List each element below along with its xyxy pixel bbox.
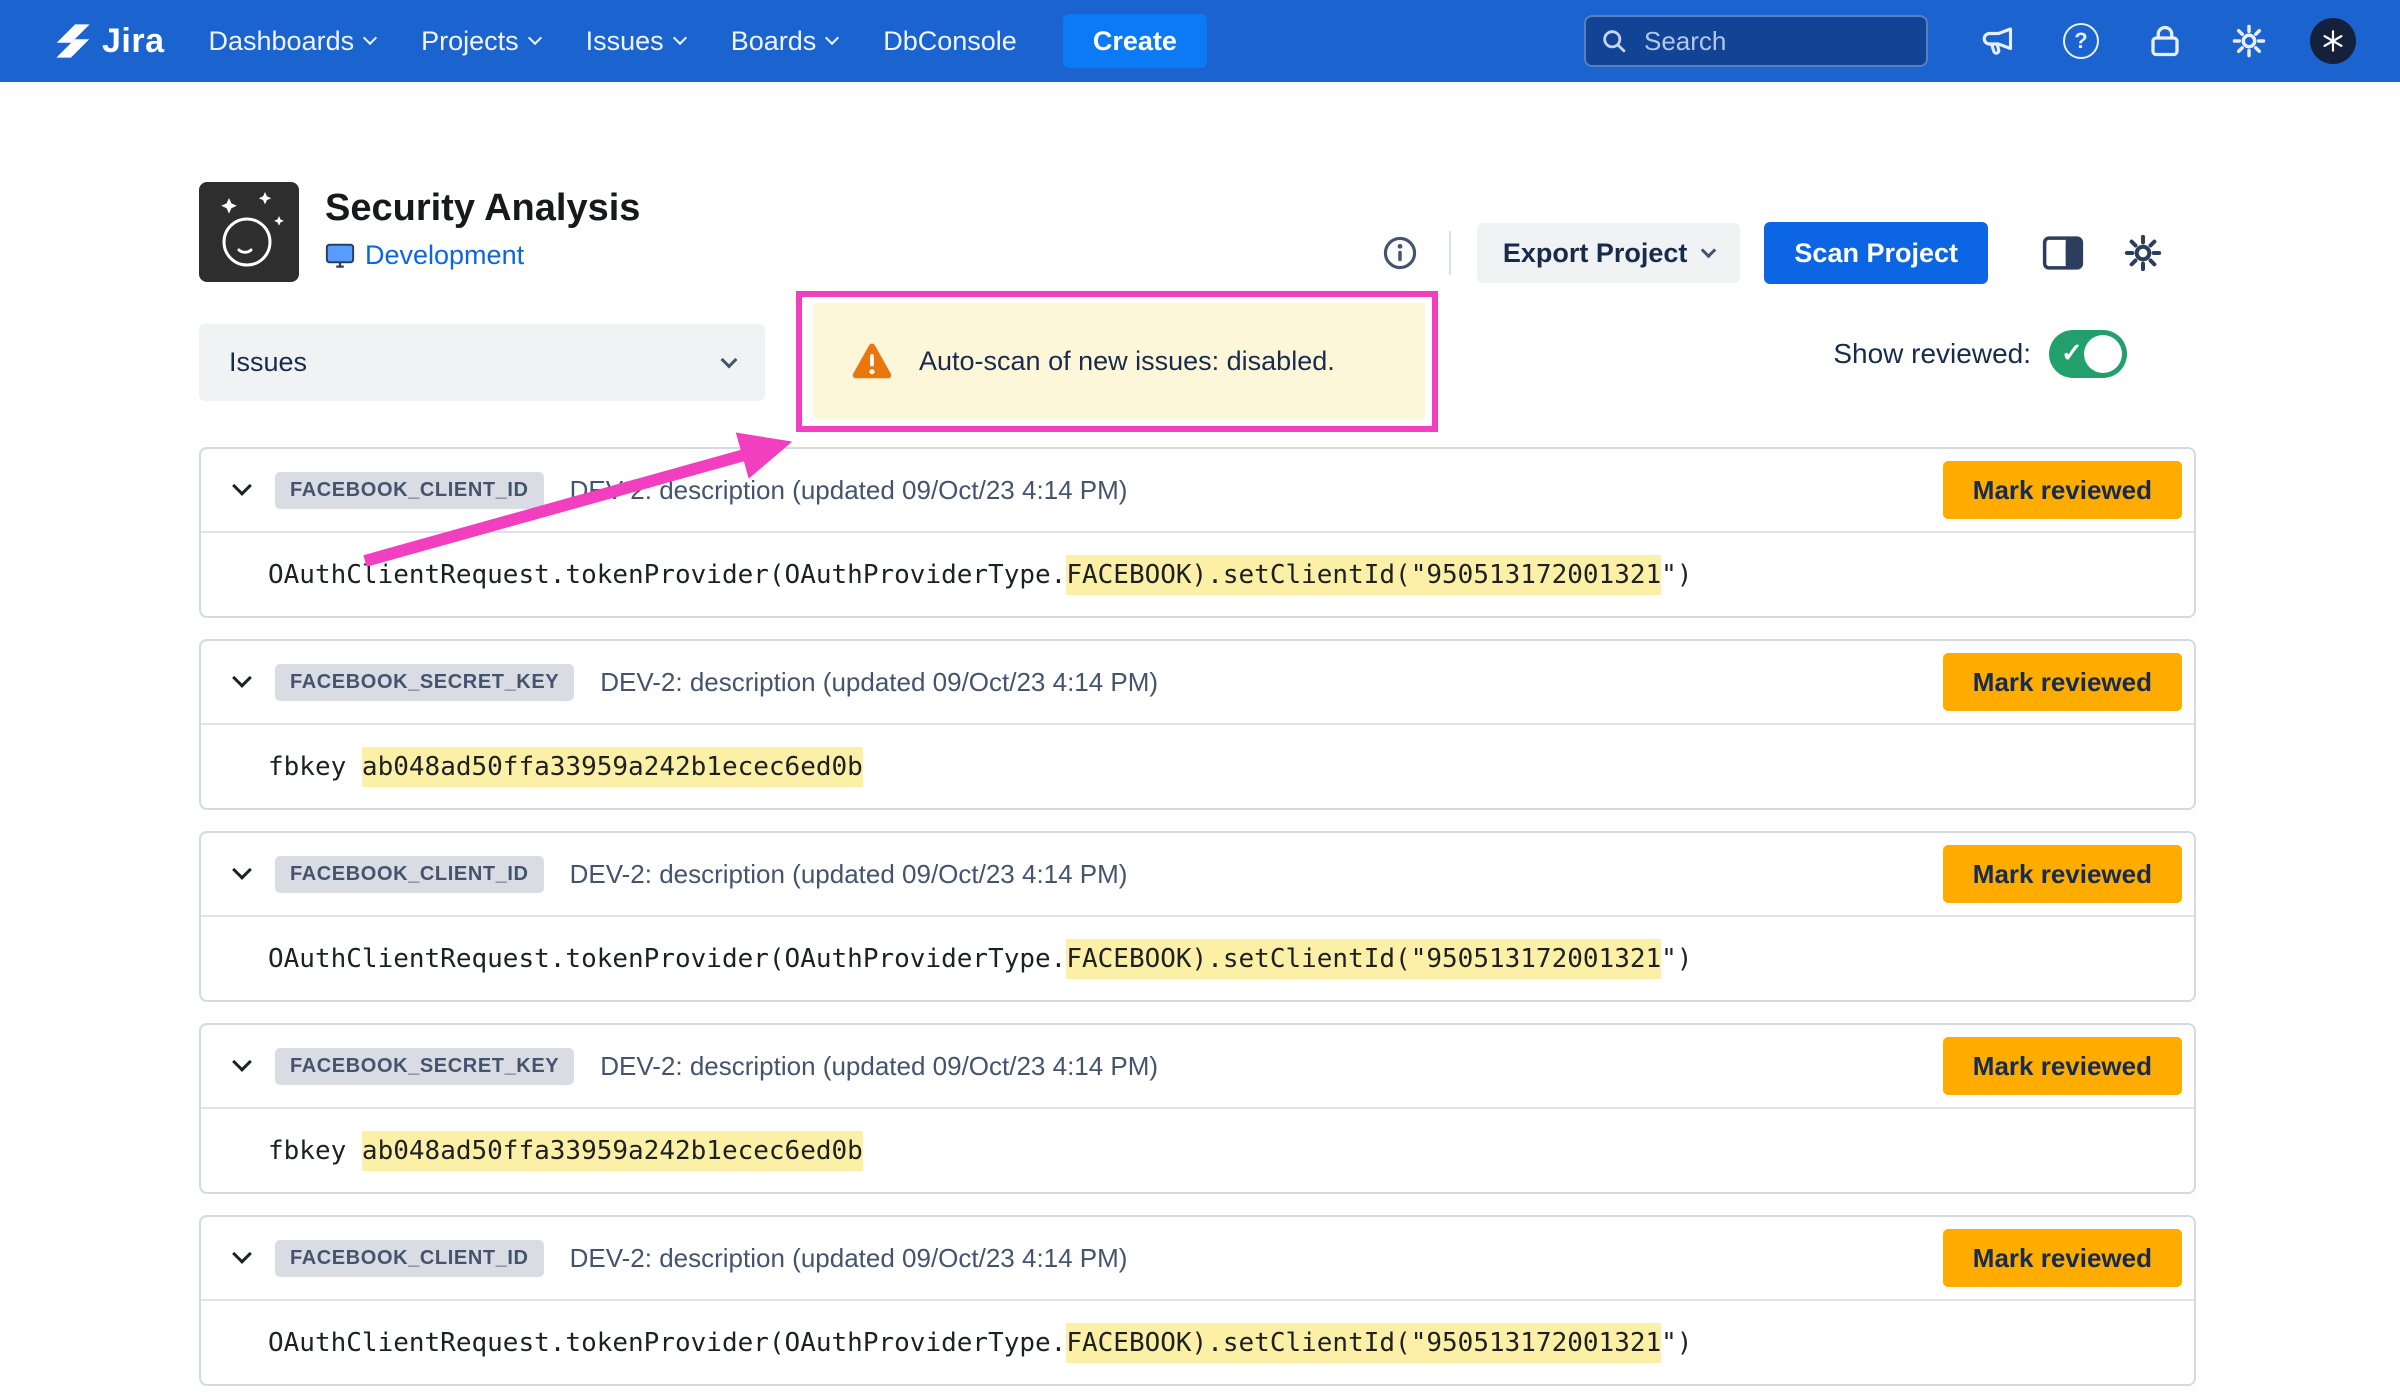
nav-item-label: Issues [586,26,664,57]
chevron-down-icon [363,30,377,44]
app-avatar-icon[interactable] [2310,18,2356,64]
brand-text: Jira [102,22,165,61]
issue-card-header: FACEBOOK_CLIENT_ID DEV-2: description (u… [201,449,2194,533]
project-link-label: Development [365,240,524,271]
jira-brand[interactable]: Jira [52,20,165,62]
nav-item-label: Projects [421,26,519,57]
mark-reviewed-button[interactable]: Mark reviewed [1943,845,2182,903]
search-box [1584,15,1928,67]
project-avatar [199,182,299,282]
issue-title: DEV-2: description (updated 09/Oct/23 4:… [600,667,1158,698]
search-icon [1600,27,1628,55]
mark-reviewed-button[interactable]: Mark reviewed [1943,1037,2182,1095]
chevron-down-icon [721,351,738,368]
nav-items: Dashboards Projects Issues Boards DbCons… [209,26,1017,57]
navbar-right: ? [1584,15,2356,67]
info-icon[interactable] [1377,230,1423,276]
issue-list: FACEBOOK_CLIENT_ID DEV-2: description (u… [199,447,2196,1386]
nav-item[interactable]: Projects [421,26,540,57]
nav-item-label: Dashboards [209,26,355,57]
collapse-chevron-icon[interactable] [232,1052,252,1072]
issue-card-header: FACEBOOK_SECRET_KEY DEV-2: description (… [201,641,2194,725]
page-settings-gear-icon[interactable] [2116,226,2170,280]
project-category-icon [325,242,355,270]
issue-card: FACEBOOK_SECRET_KEY DEV-2: description (… [199,1023,2196,1194]
page-title: Security Analysis [325,185,640,231]
nav-item-label: Boards [731,26,817,57]
mark-reviewed-button[interactable]: Mark reviewed [1943,1229,2182,1287]
chevron-down-icon [528,30,542,44]
mark-reviewed-button[interactable]: Mark reviewed [1943,461,2182,519]
issue-card-header: FACEBOOK_SECRET_KEY DEV-2: description (… [201,1025,2194,1109]
issue-card-body: fbkey ab048ad50ffa33959a242b1ecec6ed0b [201,1109,2194,1192]
code-snippet: fbkey ab048ad50ffa33959a242b1ecec6ed0b [268,1136,863,1166]
lock-icon[interactable] [2142,18,2188,64]
toggle-knob [2084,335,2122,373]
nav-item[interactable]: Dashboards [209,26,376,57]
create-button[interactable]: Create [1063,14,1207,68]
issue-title: DEV-2: description (updated 09/Oct/23 4:… [570,1243,1128,1274]
collapse-chevron-icon[interactable] [232,476,252,496]
secret-type-badge: FACEBOOK_CLIENT_ID [275,856,544,893]
collapse-chevron-icon[interactable] [232,668,252,688]
nav-item[interactable]: Boards [731,26,838,57]
header-actions: Export Project Scan Project [1377,222,2170,284]
show-reviewed-label: Show reviewed: [1833,338,2031,370]
navbar-icons: ? [1974,18,2356,64]
secret-type-badge: FACEBOOK_CLIENT_ID [275,1240,544,1277]
announcement-icon[interactable] [1974,18,2020,64]
code-snippet: OAuthClientRequest.tokenProvider(OAuthPr… [268,944,1692,974]
scan-project-button[interactable]: Scan Project [1764,222,1988,284]
check-icon: ✓ [2061,337,2083,368]
settings-gear-icon[interactable] [2226,18,2272,64]
issue-title: DEV-2: description (updated 09/Oct/23 4:… [600,1051,1158,1082]
export-project-label: Export Project [1503,238,1688,269]
code-snippet: OAuthClientRequest.tokenProvider(OAuthPr… [268,560,1692,590]
collapse-chevron-icon[interactable] [232,860,252,880]
project-header: Security Analysis Development [199,182,640,282]
project-link[interactable]: Development [325,240,640,271]
issue-card-body: OAuthClientRequest.tokenProvider(OAuthPr… [201,533,2194,616]
issue-card-body: fbkey ab048ad50ffa33959a242b1ecec6ed0b [201,725,2194,808]
issue-title: DEV-2: description (updated 09/Oct/23 4:… [570,475,1128,506]
export-project-button[interactable]: Export Project [1477,223,1741,283]
issue-card: FACEBOOK_SECRET_KEY DEV-2: description (… [199,639,2196,810]
issues-filter-label: Issues [229,347,307,378]
help-icon[interactable]: ? [2058,18,2104,64]
issue-card: FACEBOOK_CLIENT_ID DEV-2: description (u… [199,831,2196,1002]
secret-type-badge: FACEBOOK_SECRET_KEY [275,664,574,701]
issue-card-body: OAuthClientRequest.tokenProvider(OAuthPr… [201,917,2194,1000]
issue-title: DEV-2: description (updated 09/Oct/23 4:… [570,859,1128,890]
secret-type-badge: FACEBOOK_SECRET_KEY [275,1048,574,1085]
code-snippet: fbkey ab048ad50ffa33959a242b1ecec6ed0b [268,752,863,782]
divider [1449,231,1451,275]
show-reviewed-control: Show reviewed: ✓ [1833,330,2127,378]
issue-card-header: FACEBOOK_CLIENT_ID DEV-2: description (u… [201,833,2194,917]
project-titles: Security Analysis Development [325,182,640,282]
chevron-down-icon [1701,242,1717,258]
issue-card: FACEBOOK_CLIENT_ID DEV-2: description (u… [199,1215,2196,1386]
warning-icon [851,342,893,380]
mark-reviewed-button[interactable]: Mark reviewed [1943,653,2182,711]
chevron-down-icon [673,30,687,44]
nav-item-label: DbConsole [883,26,1017,57]
autoscan-warning-banner: Auto-scan of new issues: disabled. [813,303,1425,419]
issue-card: FACEBOOK_CLIENT_ID DEV-2: description (u… [199,447,2196,618]
collapse-chevron-icon[interactable] [232,1244,252,1264]
details-panel-icon[interactable] [2036,226,2090,280]
show-reviewed-toggle[interactable]: ✓ [2049,330,2127,378]
top-navbar: Jira Dashboards Projects Issues Boards D… [0,0,2400,82]
code-snippet: OAuthClientRequest.tokenProvider(OAuthPr… [268,1328,1692,1358]
issue-card-body: OAuthClientRequest.tokenProvider(OAuthPr… [201,1301,2194,1384]
warning-text: Auto-scan of new issues: disabled. [919,346,1335,377]
issues-filter-dropdown[interactable]: Issues [199,324,765,401]
nav-item[interactable]: Issues [586,26,685,57]
chevron-down-icon [825,30,839,44]
search-input[interactable] [1584,15,1928,67]
nav-item[interactable]: DbConsole [883,26,1017,57]
secret-type-badge: FACEBOOK_CLIENT_ID [275,472,544,509]
issue-card-header: FACEBOOK_CLIENT_ID DEV-2: description (u… [201,1217,2194,1301]
jira-logo-icon [52,20,94,62]
